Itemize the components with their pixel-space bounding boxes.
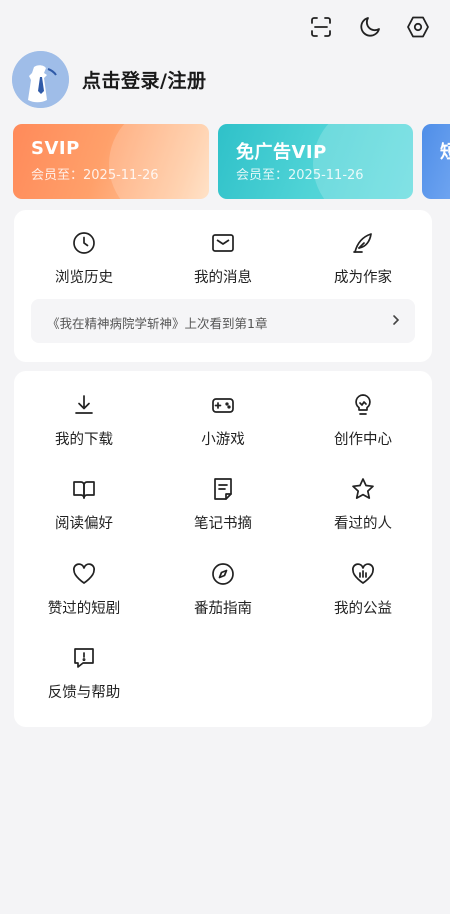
feedback-help-button[interactable]: 反馈与帮助	[14, 645, 154, 715]
liked-short-dramas-label: 赞过的短剧	[47, 601, 121, 617]
login-register-link[interactable]: 点击登录/注册	[82, 66, 206, 93]
my-messages-button[interactable]: 我的消息	[153, 230, 293, 300]
heart-icon	[71, 561, 97, 587]
settings-icon[interactable]	[405, 14, 431, 40]
my-downloads-button[interactable]: 我的下载	[14, 392, 154, 462]
my-charity-button[interactable]: 我的公益	[293, 561, 433, 631]
mail-icon	[210, 230, 236, 256]
browse-history-button[interactable]: 浏览历史	[14, 230, 154, 300]
reading-history-bar[interactable]: 《我在精神病院学斩神》上次看到第1章	[31, 299, 415, 343]
top-bar	[0, 0, 450, 54]
people-viewed-label: 看过的人	[334, 516, 392, 532]
notes-excerpts-label: 笔记书摘	[194, 516, 252, 532]
svip-expiry: 会员至：2025-11-26	[31, 168, 159, 183]
quill-icon	[350, 230, 376, 256]
liked-short-dramas-button[interactable]: 赞过的短剧	[14, 561, 154, 631]
profile-header[interactable]: 点击登录/注册	[12, 51, 272, 109]
become-writer-button[interactable]: 成为作家	[293, 230, 433, 300]
last-read-text: 《我在精神病院学斩神》上次看到第1章	[47, 316, 268, 331]
scan-icon[interactable]	[308, 14, 334, 40]
avatar[interactable]	[12, 51, 69, 108]
tomato-guide-button[interactable]: 番茄指南	[153, 561, 293, 631]
my-downloads-label: 我的下载	[55, 432, 113, 448]
mini-games-label: 小游戏	[201, 432, 245, 448]
compass-icon	[210, 561, 236, 587]
people-viewed-button[interactable]: 看过的人	[293, 476, 433, 546]
card-decoration	[313, 124, 413, 199]
mini-games-button[interactable]: 小游戏	[153, 392, 293, 462]
chevron-right-icon	[389, 313, 403, 327]
clock-icon	[71, 230, 97, 256]
card-decoration	[109, 124, 209, 199]
ad-free-vip-expiry: 会员至：2025-11-26	[236, 168, 364, 183]
services-panel: 我的下载 小游戏 创作中心 阅读偏好 笔记书摘 看过的人 赞过的短剧 番茄指南 …	[14, 371, 432, 727]
my-charity-label: 我的公益	[334, 601, 392, 617]
third-vip-card[interactable]: 短	[422, 124, 450, 199]
become-writer-label: 成为作家	[334, 270, 392, 286]
reading-preference-button[interactable]: 阅读偏好	[14, 476, 154, 546]
star-icon	[350, 476, 376, 502]
tomato-guide-label: 番茄指南	[194, 601, 252, 617]
feedback-help-label: 反馈与帮助	[47, 685, 121, 701]
gamepad-icon	[210, 392, 236, 418]
third-vip-title: 短	[440, 142, 450, 163]
book-icon	[71, 476, 97, 502]
night-mode-icon[interactable]	[357, 14, 383, 40]
ad-free-vip-title: 免广告VIP	[236, 142, 327, 163]
vip-cards: SVIP 会员至：2025-11-26 免广告VIP 会员至：2025-11-2…	[0, 124, 450, 200]
bulb-icon	[350, 392, 376, 418]
ad-free-vip-card[interactable]: 免广告VIP 会员至：2025-11-26	[218, 124, 413, 199]
reading-preference-label: 阅读偏好	[55, 516, 113, 532]
download-icon	[71, 392, 97, 418]
creation-center-label: 创作中心	[334, 432, 392, 448]
my-messages-label: 我的消息	[194, 270, 252, 286]
charity-icon	[350, 561, 376, 587]
creation-center-button[interactable]: 创作中心	[293, 392, 433, 462]
notes-excerpts-button[interactable]: 笔记书摘	[153, 476, 293, 546]
browse-history-label: 浏览历史	[55, 270, 113, 286]
svip-card[interactable]: SVIP 会员至：2025-11-26	[13, 124, 209, 199]
feedback-icon	[71, 645, 97, 671]
quick-actions-panel: 浏览历史 我的消息 成为作家 《我在精神病院学斩神》上次看到第1章	[14, 210, 432, 362]
note-icon	[210, 476, 236, 502]
svip-title: SVIP	[31, 138, 80, 159]
